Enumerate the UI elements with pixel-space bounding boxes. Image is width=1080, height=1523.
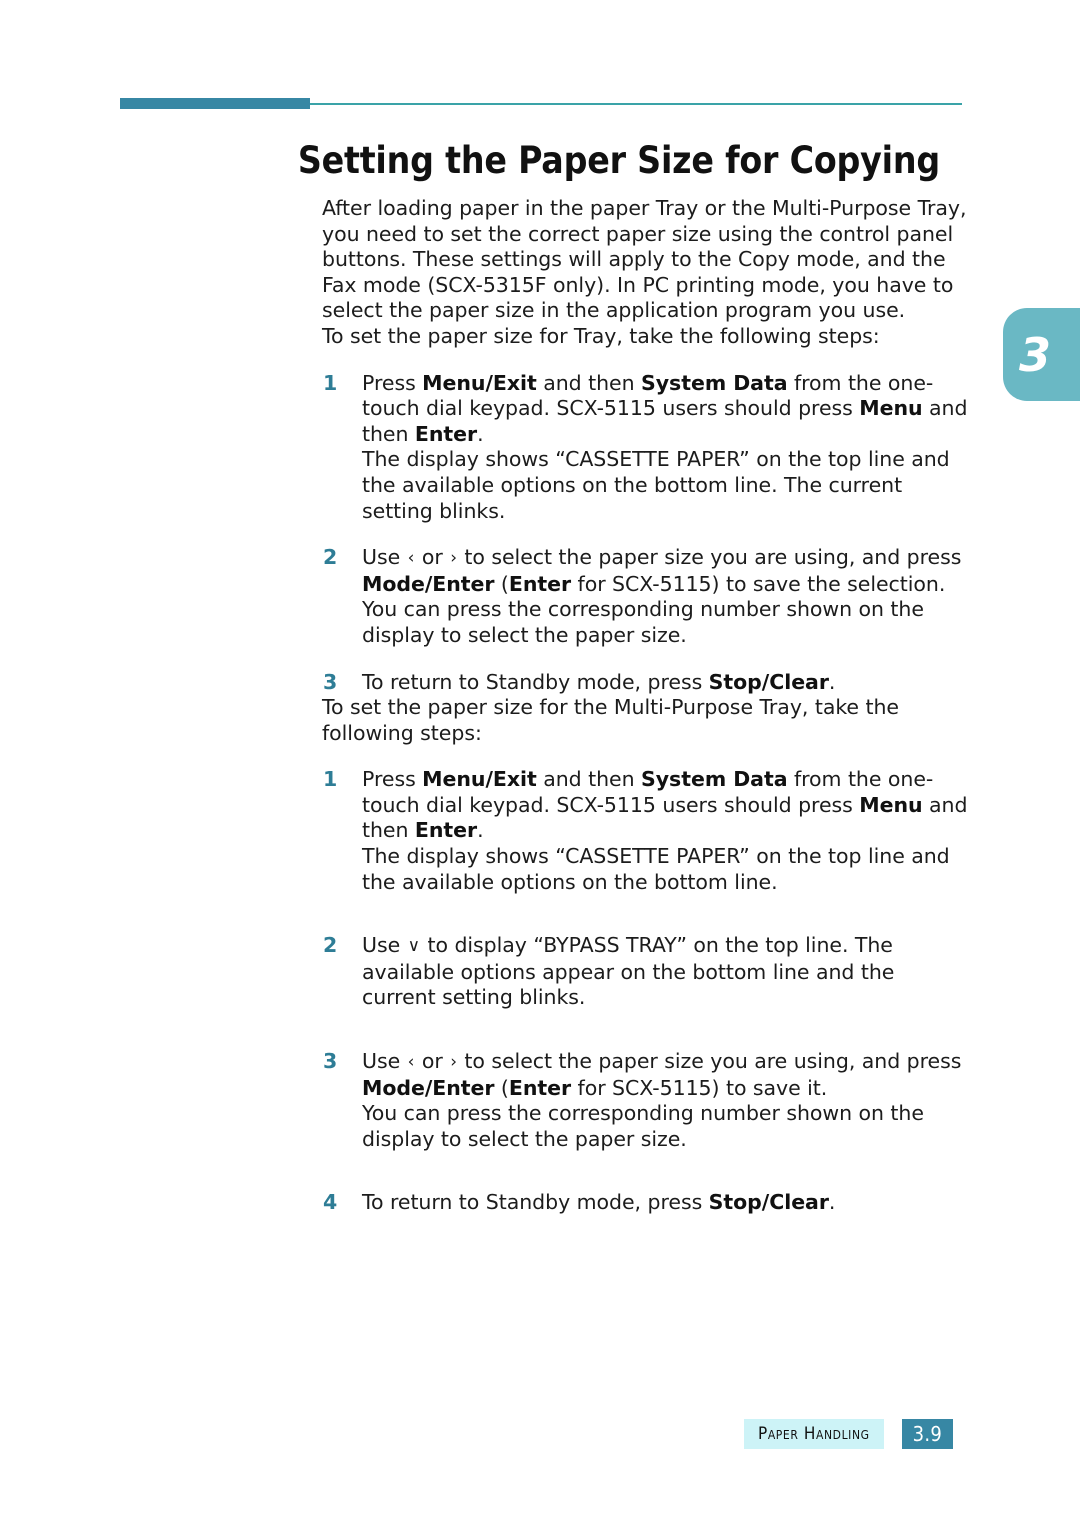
step-text: Press Menu/Exit and then System Data fro… (362, 370, 968, 446)
step-note: You can press the corresponding number s… (362, 1101, 924, 1151)
intro-paragraph: After loading paper in the paper Tray or… (322, 196, 967, 323)
mp-tray-steps-list: 1 Press Menu/Exit and then System Data f… (322, 767, 972, 1216)
step-text: Press Menu/Exit and then System Data fro… (362, 767, 968, 843)
header-rule-thick (120, 98, 310, 109)
step-note: The display shows “CASSETTE PAPER” on th… (362, 844, 950, 894)
footer-page-number: 3.9 (901, 1419, 954, 1449)
step-note: You can press the corresponding number s… (362, 597, 924, 647)
step-number: 4 (323, 1190, 338, 1215)
tray-section-lead: To set the paper size for Tray, take the… (322, 323, 880, 348)
step-text: Use ‹ or › to select the paper size you … (362, 545, 962, 596)
tray-steps-list: 1 Press Menu/Exit and then System Data f… (322, 371, 972, 696)
page-footer: Paper Handling 3.9 (744, 1419, 954, 1449)
step-number: 1 (323, 370, 338, 395)
step-number: 1 (323, 767, 338, 792)
chapter-tab-number: 3 (1019, 327, 1052, 382)
step-text: Use ‹ or › to select the paper size you … (362, 1049, 962, 1100)
step-number: 2 (323, 545, 338, 570)
header-rule (0, 96, 1080, 112)
header-rule-thin (310, 103, 962, 105)
page-content: After loading paper in the paper Tray or… (322, 196, 972, 1216)
step-text: To return to Standby mode, press Stop/Cl… (362, 1190, 836, 1215)
chapter-tab: 3 (1003, 308, 1080, 401)
list-item: 1 Press Menu/Exit and then System Data f… (322, 371, 972, 448)
list-item: 3 To return to Standby mode, press Stop/… (322, 670, 972, 696)
footer-section-label: Paper Handling (744, 1419, 884, 1449)
step-number: 3 (323, 1049, 338, 1074)
step-note: The display shows “CASSETTE PAPER” on th… (362, 447, 950, 523)
page-title: Setting the Paper Size for Copying (297, 138, 940, 182)
list-item: 1 Press Menu/Exit and then System Data f… (322, 767, 972, 844)
mp-tray-section-lead: To set the paper size for the Multi-Purp… (322, 695, 899, 745)
list-item: 2 Use ‹ or › to select the paper size yo… (322, 545, 972, 597)
list-item: 3 Use ‹ or › to select the paper size yo… (322, 1049, 972, 1101)
step-number: 3 (323, 669, 338, 694)
step-text: Use ∨ to display “BYPASS TRAY” on the to… (362, 933, 895, 1010)
list-item: 4 To return to Standby mode, press Stop/… (322, 1190, 972, 1216)
step-number: 2 (323, 933, 338, 958)
step-text: To return to Standby mode, press Stop/Cl… (362, 669, 836, 694)
list-item: 2 Use ∨ to display “BYPASS TRAY” on the … (322, 933, 972, 1011)
